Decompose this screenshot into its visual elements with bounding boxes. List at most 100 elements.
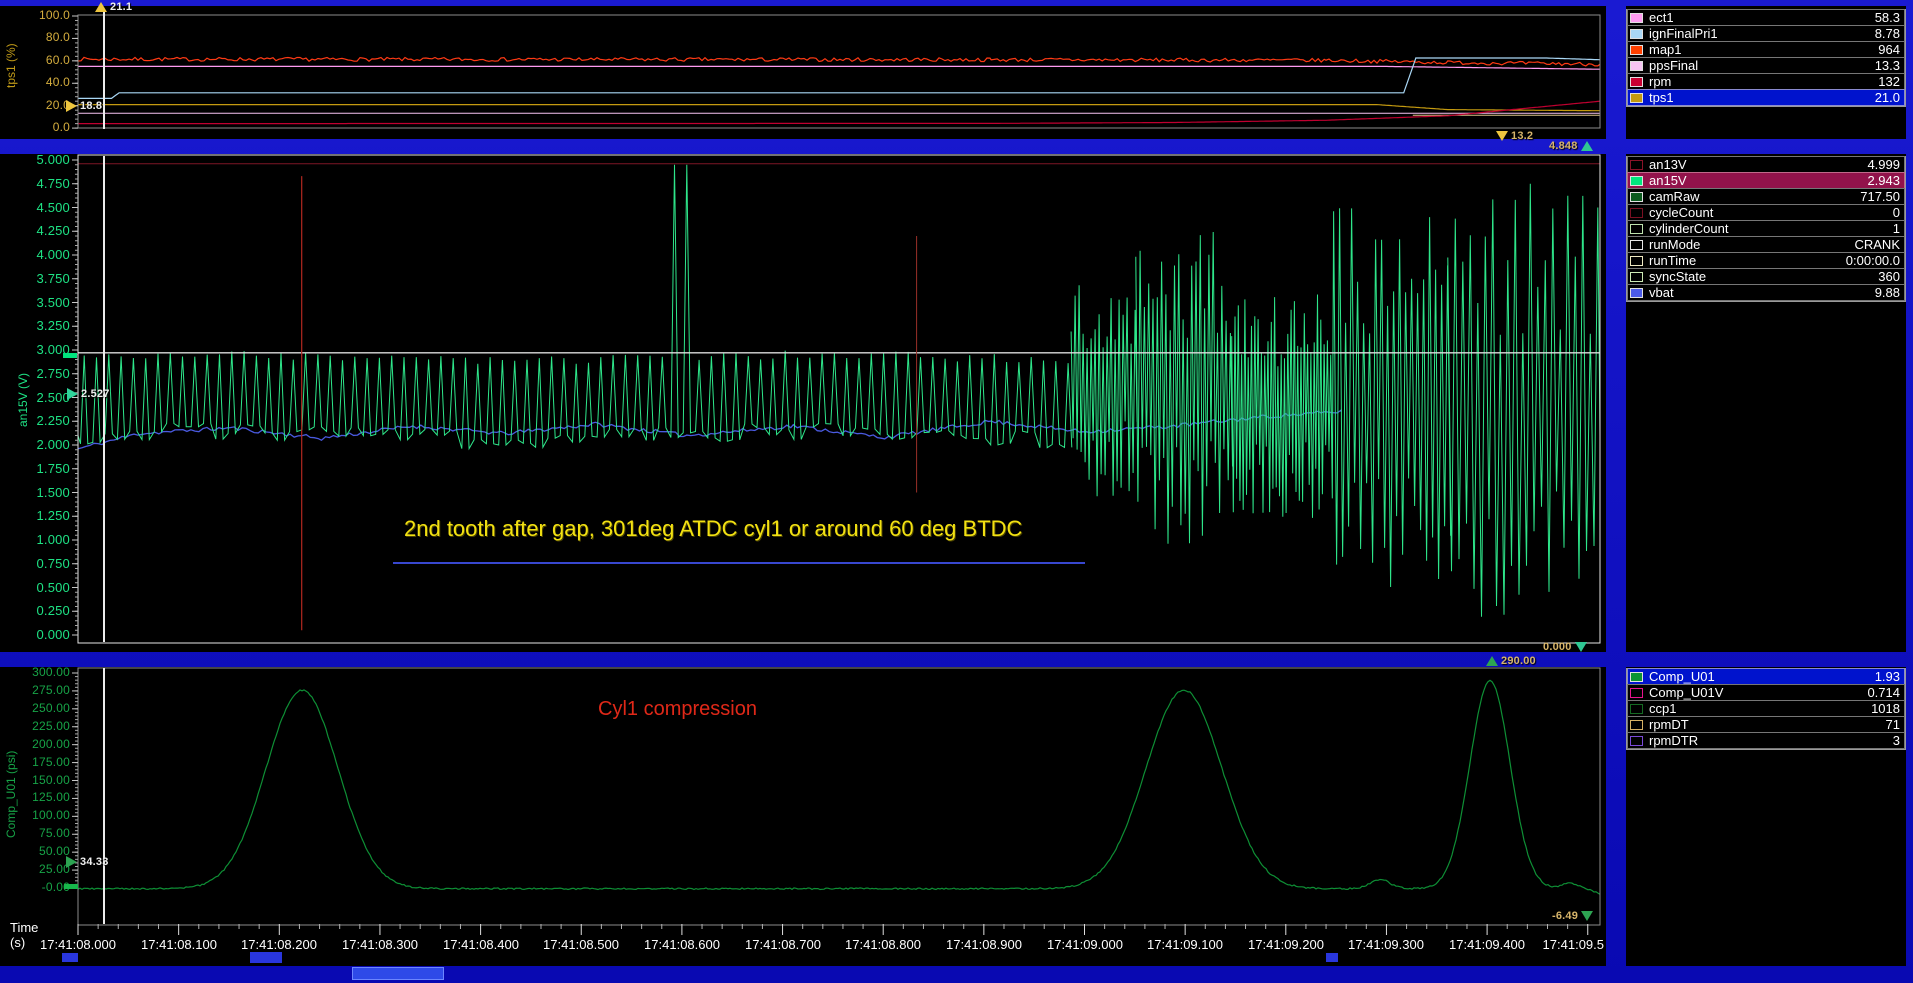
value-marker: 4.848	[1549, 140, 1593, 152]
legend-row-camRaw[interactable]: camRaw 717.50	[1627, 188, 1905, 205]
timeline-flag[interactable]	[62, 953, 78, 962]
legend-row-ignFinalPri1[interactable]: ignFinalPri1 8.78	[1627, 25, 1905, 42]
legend-row-runTime[interactable]: runTime 0:00:00.0	[1627, 252, 1905, 269]
channel-name: syncState	[1649, 269, 1706, 284]
channel-value: 3	[1893, 733, 1900, 748]
legend-row-ccp1[interactable]: ccp1 1018	[1627, 700, 1905, 717]
channel-value: 0	[1893, 205, 1900, 220]
channel-name: vbat	[1649, 285, 1674, 300]
legend-row-cylinderCount[interactable]: cylinderCount 1	[1627, 220, 1905, 237]
legend-row-Comp_U01V[interactable]: Comp_U01V 0.714	[1627, 684, 1905, 701]
series-map1	[78, 57, 1600, 66]
channel-name: tps1	[1649, 90, 1674, 105]
legend-row-tps1[interactable]: tps1 21.0	[1627, 89, 1905, 106]
channel-name: an15V	[1649, 173, 1687, 188]
legend-group-compression: Comp_U01 1.93 Comp_U01V 0.714 ccp1 1018 rpmDT 7…	[1626, 668, 1906, 750]
an15v-crank-plot[interactable]	[70, 154, 1601, 647]
legend-row-an15V[interactable]: an15V 2.943	[1627, 172, 1905, 189]
channel-name: camRaw	[1649, 189, 1700, 204]
tps-overview-plot[interactable]	[70, 14, 1601, 131]
channel-color-swatch	[1630, 224, 1643, 234]
timeline-flag[interactable]	[1326, 953, 1338, 962]
channel-color-swatch	[1630, 29, 1643, 39]
channel-value: 132	[1878, 74, 1900, 89]
channel-value: 717.50	[1860, 189, 1900, 204]
channel-value: 0.714	[1867, 685, 1900, 700]
legend-row-ect1[interactable]: ect1 58.3	[1627, 9, 1905, 26]
channel-color-swatch	[1630, 672, 1643, 682]
channel-name: ppsFinal	[1649, 58, 1698, 73]
channel-name: cycleCount	[1649, 205, 1713, 220]
time-cursor[interactable]	[103, 10, 105, 129]
channel-value: 8.78	[1875, 26, 1900, 41]
time-cursor[interactable]	[103, 156, 105, 642]
marker-value-text: 290.00	[1501, 655, 1536, 667]
channel-name: ect1	[1649, 10, 1674, 25]
channel-name: rpmDT	[1649, 717, 1689, 732]
horizontal-scrollbar-thumb[interactable]	[352, 967, 444, 980]
channel-name: rpm	[1649, 74, 1671, 89]
channel-value: CRANK	[1854, 237, 1900, 252]
channel-name: runMode	[1649, 237, 1700, 252]
channel-value: 71	[1886, 717, 1900, 732]
legend-row-rpmDT[interactable]: rpmDT 71	[1627, 716, 1905, 733]
channel-color-swatch	[1630, 240, 1643, 250]
value-marker: 290.00	[1486, 655, 1536, 667]
legend-row-Comp_U01[interactable]: Comp_U01 1.93	[1627, 668, 1905, 685]
megalogviewer-window: tps1 (%) an15V (V) Comp_U01 (psi) 2nd to…	[0, 0, 1913, 983]
channel-color-swatch	[1630, 176, 1643, 186]
channel-color-swatch	[1630, 13, 1643, 23]
channel-color-swatch	[1630, 160, 1643, 170]
channel-color-swatch	[1630, 192, 1643, 202]
time-axis-ticks	[70, 924, 1601, 937]
legend-group-overview: ect1 58.3 ignFinalPri1 8.78map1964ppsFinal 1…	[1626, 9, 1906, 107]
channel-color-swatch	[1630, 288, 1643, 298]
channel-name: rpmDTR	[1649, 733, 1698, 748]
channel-name: Comp_U01	[1649, 669, 1715, 684]
channel-value: 2.943	[1867, 173, 1900, 188]
channel-value: 0:00:00.0	[1846, 253, 1900, 268]
legend-row-rpm[interactable]: rpm 132	[1627, 73, 1905, 90]
timeline-flag[interactable]	[250, 952, 282, 963]
series-an15V-cranking	[1071, 184, 1601, 617]
legend-row-an13V[interactable]: an13V4.999	[1627, 156, 1905, 173]
legend-row-syncState[interactable]: syncState360	[1627, 268, 1905, 285]
marker-value-text: 4.848	[1549, 140, 1578, 152]
legend-row-cycleCount[interactable]: cycleCount 0	[1627, 204, 1905, 221]
channel-value: 1.93	[1875, 669, 1900, 684]
legend-row-vbat[interactable]: vbat 9.88	[1627, 284, 1905, 301]
channel-name: ccp1	[1649, 701, 1676, 716]
series-an15V-teeth	[78, 165, 1072, 449]
channel-color-swatch	[1630, 93, 1643, 103]
legend-row-ppsFinal[interactable]: ppsFinal 13.3	[1627, 57, 1905, 74]
channel-name: an13V	[1649, 157, 1687, 172]
channel-color-swatch	[1630, 208, 1643, 218]
marker-up-icon	[1486, 656, 1498, 666]
channel-name: cylinderCount	[1649, 221, 1729, 236]
legend-row-rpmDTR[interactable]: rpmDTR 3	[1627, 732, 1905, 749]
channel-color-swatch	[1630, 736, 1643, 746]
channel-value: 1	[1893, 221, 1900, 236]
channel-color-swatch	[1630, 256, 1643, 266]
channel-value: 13.3	[1875, 58, 1900, 73]
channel-name: Comp_U01V	[1649, 685, 1723, 700]
channel-name: ignFinalPri1	[1649, 26, 1718, 41]
channel-name: runTime	[1649, 253, 1696, 268]
series-Comp_U01	[78, 680, 1600, 894]
channel-color-swatch	[1630, 272, 1643, 282]
legend-group-sensors: an13V4.999an15V2.943camRaw717.50cycleCou…	[1626, 156, 1906, 302]
time-cursor[interactable]	[103, 668, 105, 924]
channel-value: 58.3	[1875, 10, 1900, 25]
channel-color-swatch	[1630, 77, 1643, 87]
legend-row-runMode[interactable]: runMode CRANK	[1627, 236, 1905, 253]
compression-plot[interactable]	[70, 667, 1601, 926]
channel-value: 964	[1878, 42, 1900, 57]
y-axis-label-an15v: an15V (V)	[16, 373, 30, 427]
channel-color-swatch	[1630, 45, 1643, 55]
channel-value: 9.88	[1875, 285, 1900, 300]
channel-value: 1018	[1871, 701, 1900, 716]
series-tps1	[78, 105, 1600, 111]
annotation-underline	[393, 562, 1085, 564]
channel-value: 21.0	[1875, 90, 1900, 105]
legend-row-map1[interactable]: map1964	[1627, 41, 1905, 58]
